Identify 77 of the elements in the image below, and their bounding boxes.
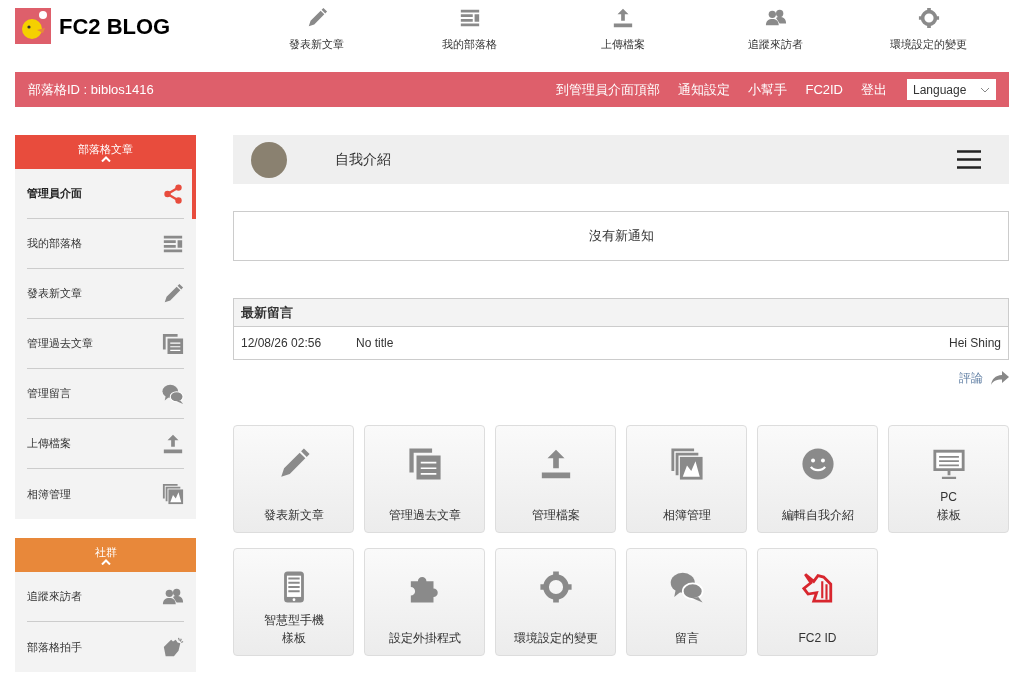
sidebar-item[interactable]: 管理留言	[27, 369, 184, 419]
tile-label: 編輯自我介紹	[781, 507, 854, 524]
upload-icon	[162, 432, 184, 455]
top-nav-link[interactable]: 環境設定的變更	[852, 0, 1005, 53]
sidebar-item[interactable]: 部落格拍手	[27, 622, 184, 672]
admin-link[interactable]: 通知設定	[678, 79, 731, 100]
sidebar-item[interactable]: 管理員介面	[27, 169, 184, 219]
comment-title-link[interactable]: No title	[356, 334, 394, 352]
tile-label: 留言	[674, 630, 699, 647]
pencil-icon	[162, 282, 184, 305]
smiley-face-icon	[800, 447, 835, 481]
top-nav-link[interactable]: 追蹤來訪者	[699, 0, 852, 53]
avatar-placeholder	[251, 141, 287, 178]
photo-album-icon	[162, 483, 184, 505]
dashboard-tile[interactable]: 管理過去文章	[364, 425, 485, 533]
dashboard-tile[interactable]: 環境設定的變更	[495, 548, 616, 656]
selection-marker	[192, 169, 196, 219]
comment-author: Hei Shing	[948, 335, 1001, 352]
section-header[interactable]: 部落格文章	[15, 135, 196, 169]
dashboard-tile[interactable]: 發表新文章	[233, 425, 354, 533]
dashboard-tile[interactable]: 設定外掛程式	[364, 548, 485, 656]
tile-label: PC	[940, 489, 957, 506]
sidebar-item[interactable]: 上傳檔案	[27, 419, 184, 469]
blog-id: 部落格ID : biblos1416	[28, 80, 154, 99]
share-icon	[162, 182, 184, 205]
sidebar-item[interactable]: 我的部落格	[27, 219, 184, 269]
tile-label: 樣板	[936, 507, 961, 524]
logo-text[interactable]: FC2 BLOG	[59, 9, 171, 43]
dashboard-tile[interactable]: 智慧型手機 樣板	[233, 548, 354, 656]
tile-label: 管理檔案	[531, 507, 580, 524]
notification-box: 沒有新通知	[233, 211, 1009, 261]
tile-label: 智慧型手機	[263, 612, 324, 629]
share-arrow-icon	[991, 371, 1009, 385]
settings-icon	[917, 7, 940, 29]
caret-up-icon	[100, 559, 111, 565]
top-nav-link[interactable]: 上傳檔案	[546, 0, 699, 53]
speech-bubbles-icon	[162, 382, 184, 405]
tile-label: 發表新文章	[263, 507, 324, 524]
settings-icon	[538, 570, 573, 604]
profile-title[interactable]: 自我介紹	[335, 149, 391, 170]
tile-label: 相簿管理	[662, 507, 711, 524]
sidebar-item[interactable]: 管理過去文章	[27, 319, 184, 369]
speech-bubbles-icon	[669, 570, 704, 604]
photo-album-icon	[669, 447, 704, 481]
dashboard-tile[interactable]: 編輯自我介紹	[757, 425, 878, 533]
admin-link[interactable]: 小幫手	[748, 79, 788, 100]
sidebar-item[interactable]: 發表新文章	[27, 269, 184, 319]
menu-icon[interactable]	[957, 150, 981, 169]
dashboard-tile[interactable]: PC 樣板	[888, 425, 1009, 533]
dashboard-tile[interactable]: FC2 ID	[757, 548, 878, 656]
tile-label: 環境設定的變更	[513, 630, 598, 647]
list-layout-icon	[458, 7, 481, 29]
dashboard-tile[interactable]: 管理檔案	[495, 425, 616, 533]
dashboard-tile[interactable]: 留言	[626, 548, 747, 656]
language-dropdown[interactable]: Language	[907, 79, 996, 100]
sidebar-item[interactable]: 追蹤來訪者	[27, 572, 184, 622]
stacked-documents-icon	[407, 447, 442, 481]
tile-label: 管理過去文章	[388, 507, 461, 524]
tile-label: FC2 ID	[798, 630, 837, 647]
dashboard-tile[interactable]: 相簿管理	[626, 425, 747, 533]
tile-label: 樣板	[281, 630, 306, 647]
comments-link[interactable]: 評論	[959, 369, 983, 387]
admin-link[interactable]: FC2ID	[805, 79, 843, 100]
monitor-icon	[931, 447, 966, 481]
admin-link[interactable]: 登出	[861, 79, 887, 100]
duck-logo-icon	[15, 8, 51, 44]
comment-date: 12/08/26 02:56	[241, 335, 323, 352]
top-nav-link[interactable]: 發表新文章	[240, 0, 393, 53]
admin-link[interactable]: 到管理員介面頂部	[556, 79, 661, 100]
panel-title: 最新留言	[234, 299, 1008, 327]
tile-label: 設定外掛程式	[388, 630, 461, 647]
top-nav-link[interactable]: 我的部落格	[393, 0, 546, 53]
chevron-down-icon	[980, 86, 990, 93]
caret-up-icon	[100, 156, 111, 162]
upload-icon	[611, 7, 634, 29]
sidebar-item[interactable]: 相簿管理	[27, 469, 184, 519]
stacked-documents-icon	[162, 332, 184, 355]
